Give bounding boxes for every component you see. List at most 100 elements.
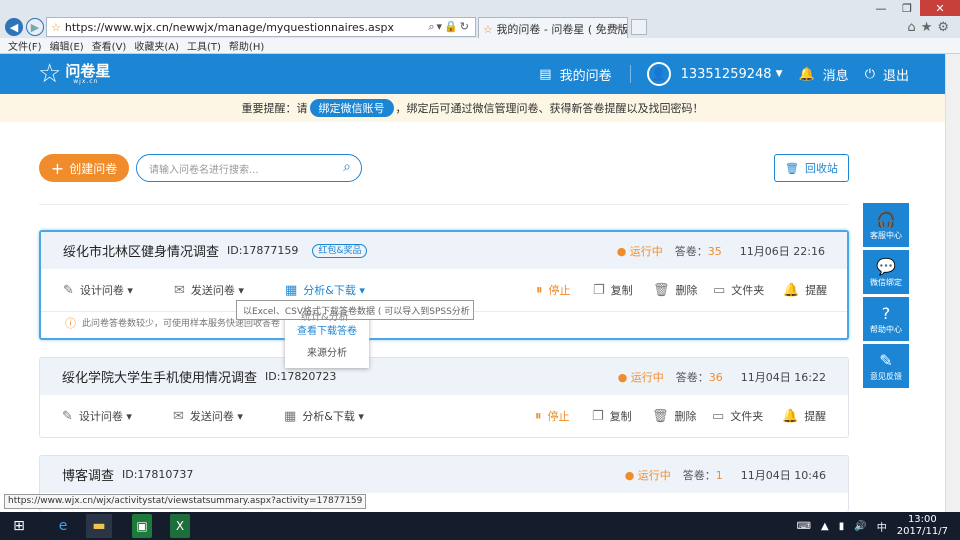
my-surveys-link[interactable]: ▤ 我的问卷 xyxy=(539,65,611,84)
user-menu[interactable]: 👤 13351259248 ▼ xyxy=(646,62,782,86)
design-survey-button[interactable]: ✎ 设计问卷 ▾ xyxy=(63,282,133,298)
browser-tab[interactable]: ☆ 我的问卷 - 问卷星 ( 免费版 ) × xyxy=(478,17,628,38)
analyze-download-button[interactable]: ▦ 分析&下载 ▾ xyxy=(285,282,365,298)
close-icon[interactable]: ✕ xyxy=(920,0,960,16)
keyboard-icon[interactable]: ⌨ xyxy=(797,521,811,532)
site-logo[interactable]: ☆ 问卷星 wjx.cn xyxy=(38,59,110,89)
send-icon: ✉ xyxy=(174,282,185,298)
pencil-icon: ✎ xyxy=(62,408,73,424)
ie-browser-icon[interactable]: e xyxy=(50,514,76,538)
new-tab-button[interactable] xyxy=(631,19,647,35)
menu-help[interactable]: 帮助(H) xyxy=(229,38,264,53)
favorites-icon[interactable]: ★ xyxy=(921,20,938,35)
back-button[interactable]: ◀ xyxy=(5,18,23,36)
copy-icon: ❐ xyxy=(592,408,604,424)
notice-suffix: ，绑定后可通过微信管理问卷、获得新答卷提醒以及找回密码！ xyxy=(395,102,704,115)
response-count: 答卷：35 xyxy=(674,244,722,258)
ime-indicator[interactable]: 中 xyxy=(877,519,887,534)
recycle-bin-label: 回收站 xyxy=(804,162,838,175)
menu-item-source-analysis[interactable]: 来源分析 xyxy=(285,340,369,362)
headset-icon: 🎧 xyxy=(876,209,896,229)
star-logo-icon: ☆ xyxy=(38,59,62,89)
notice-prefix: 重要提醒：请 xyxy=(241,102,308,115)
bell-icon: 🔔 xyxy=(798,66,815,82)
status-bar-url: https://www.wjx.cn/wjx/activitystat/view… xyxy=(4,494,367,509)
customer-service-button[interactable]: 🎧 客服中心 xyxy=(863,203,909,247)
menu-file[interactable]: 文件(F) xyxy=(8,38,42,53)
volume-icon[interactable]: 🔊 xyxy=(854,521,866,532)
address-row: ◀ ▶ ☆ https://www.wjx.cn/newwjx/manage/m… xyxy=(0,16,960,38)
wechat-bind-button[interactable]: 💬 微信绑定 xyxy=(863,250,909,294)
send-survey-button[interactable]: ✉ 发送问卷 ▾ xyxy=(173,408,243,424)
create-survey-button[interactable]: + 创建问卷 xyxy=(39,154,129,182)
bind-wechat-button[interactable]: 绑定微信账号 xyxy=(309,99,394,117)
project-app-icon[interactable]: ▣ xyxy=(132,514,152,538)
windows-start-icon[interactable]: ⊞ xyxy=(6,514,32,538)
pause-icon: ⏸ xyxy=(536,282,543,298)
site-favicon-icon: ☆ xyxy=(51,20,61,34)
recycle-bin-button[interactable]: 🗑 回收站 xyxy=(774,154,849,182)
stop-button[interactable]: ⏸ 停止 xyxy=(536,282,571,298)
search-icon[interactable]: ⌕ xyxy=(343,159,351,175)
logout-label: 退出 xyxy=(882,68,909,84)
menu-edit[interactable]: 编辑(E) xyxy=(50,38,84,53)
menu-tools[interactable]: 工具(T) xyxy=(187,38,221,53)
address-bar[interactable]: ☆ https://www.wjx.cn/newwjx/manage/myque… xyxy=(46,17,476,37)
question-icon: ? xyxy=(881,303,891,323)
gear-icon[interactable]: ⚙ xyxy=(937,20,954,35)
response-count: 答卷：1 xyxy=(682,468,723,482)
copy-button[interactable]: ❐ 复制 xyxy=(592,408,632,424)
survey-card: 绥化学院大学生手机使用情况调查 ID:17820723 ● 运行中 答卷：36 … xyxy=(39,357,849,438)
taskbar: ⊞ e ▬ ▣ X ⌨ ▲ ▮ 🔊 中 13:00 2017/11/7 xyxy=(0,512,960,540)
survey-tag[interactable]: 红包&奖品 xyxy=(312,243,368,258)
address-controls-icon[interactable]: ⌕▾🔒↻ xyxy=(428,20,471,34)
remind-button[interactable]: 🔔 提醒 xyxy=(782,408,826,424)
survey-card: 绥化市北林区健身情况调查 ID:17877159 红包&奖品 ● 运行中 答卷：… xyxy=(39,230,849,340)
survey-title[interactable]: 博客调查 xyxy=(62,465,114,484)
design-survey-button[interactable]: ✎ 设计问卷 ▾ xyxy=(62,408,132,424)
messages-link[interactable]: 🔔 消息 xyxy=(798,65,848,84)
tray-chevron-icon[interactable]: ▲ xyxy=(821,521,829,532)
window-controls: — ❐ ✕ xyxy=(868,0,960,16)
excel-icon[interactable]: X xyxy=(170,514,190,538)
menu-favorites[interactable]: 收藏夹(A) xyxy=(134,38,179,53)
logout-link[interactable]: ⏻ 退出 xyxy=(865,65,909,84)
vertical-scrollbar[interactable] xyxy=(945,54,960,512)
feedback-button[interactable]: ✎ 意见反馈 xyxy=(863,344,909,388)
create-survey-label: 创建问卷 xyxy=(69,161,118,176)
home-icon[interactable]: ⌂ xyxy=(907,20,920,35)
remind-button[interactable]: 🔔 提醒 xyxy=(783,282,827,298)
network-icon[interactable]: ▮ xyxy=(839,521,845,532)
site-header: ☆ 问卷星 wjx.cn ▤ 我的问卷 👤 13351259248 ▼ 🔔 消息… xyxy=(0,54,945,94)
send-survey-button[interactable]: ✉ 发送问卷 ▾ xyxy=(174,282,244,298)
stop-button[interactable]: ⏸ 停止 xyxy=(535,408,570,424)
status-badge: ● 运行中 xyxy=(616,244,663,258)
clock[interactable]: 13:00 2017/11/7 xyxy=(897,514,948,538)
survey-meta: ● 运行中 答卷：35 11月06日 22:16 xyxy=(617,232,825,269)
search-input[interactable]: 请输入问卷名进行搜索... ⌕ xyxy=(136,154,362,182)
tab-close-icon[interactable]: × xyxy=(614,21,623,34)
forward-button[interactable]: ▶ xyxy=(26,18,44,36)
survey-title[interactable]: 绥化学院大学生手机使用情况调查 xyxy=(62,367,257,386)
folder-button[interactable]: ▭ 文件夹 xyxy=(712,408,763,424)
pen-icon: ✎ xyxy=(879,350,893,370)
menu-bar: 文件(F) 编辑(E) 查看(V) 收藏夹(A) 工具(T) 帮助(H) xyxy=(0,38,960,54)
folder-button[interactable]: ▭ 文件夹 xyxy=(713,282,764,298)
restore-icon[interactable]: ❐ xyxy=(894,0,920,16)
copy-button[interactable]: ❐ 复制 xyxy=(593,282,633,298)
bell-icon: 🔔 xyxy=(782,408,799,424)
survey-id: ID:17820723 xyxy=(265,370,337,383)
folder-icon: ▭ xyxy=(713,282,726,298)
toolbar-divider xyxy=(39,204,849,205)
response-count: 答卷：36 xyxy=(675,370,723,384)
file-explorer-icon[interactable]: ▬ xyxy=(86,514,112,538)
help-center-button[interactable]: ? 帮助中心 xyxy=(863,297,909,341)
analyze-download-button[interactable]: ▦ 分析&下载 ▾ xyxy=(284,408,364,424)
delete-button[interactable]: 🗑 删除 xyxy=(652,408,697,424)
menu-view[interactable]: 查看(V) xyxy=(92,38,127,53)
survey-title[interactable]: 绥化市北林区健身情况调查 xyxy=(63,241,219,260)
survey-time: 11月04日 16:22 xyxy=(740,370,826,384)
survey-card-header: 绥化市北林区健身情况调查 ID:17877159 红包&奖品 ● 运行中 答卷：… xyxy=(41,232,847,269)
delete-button[interactable]: 🗑 删除 xyxy=(653,282,698,298)
minimize-icon[interactable]: — xyxy=(868,0,894,16)
